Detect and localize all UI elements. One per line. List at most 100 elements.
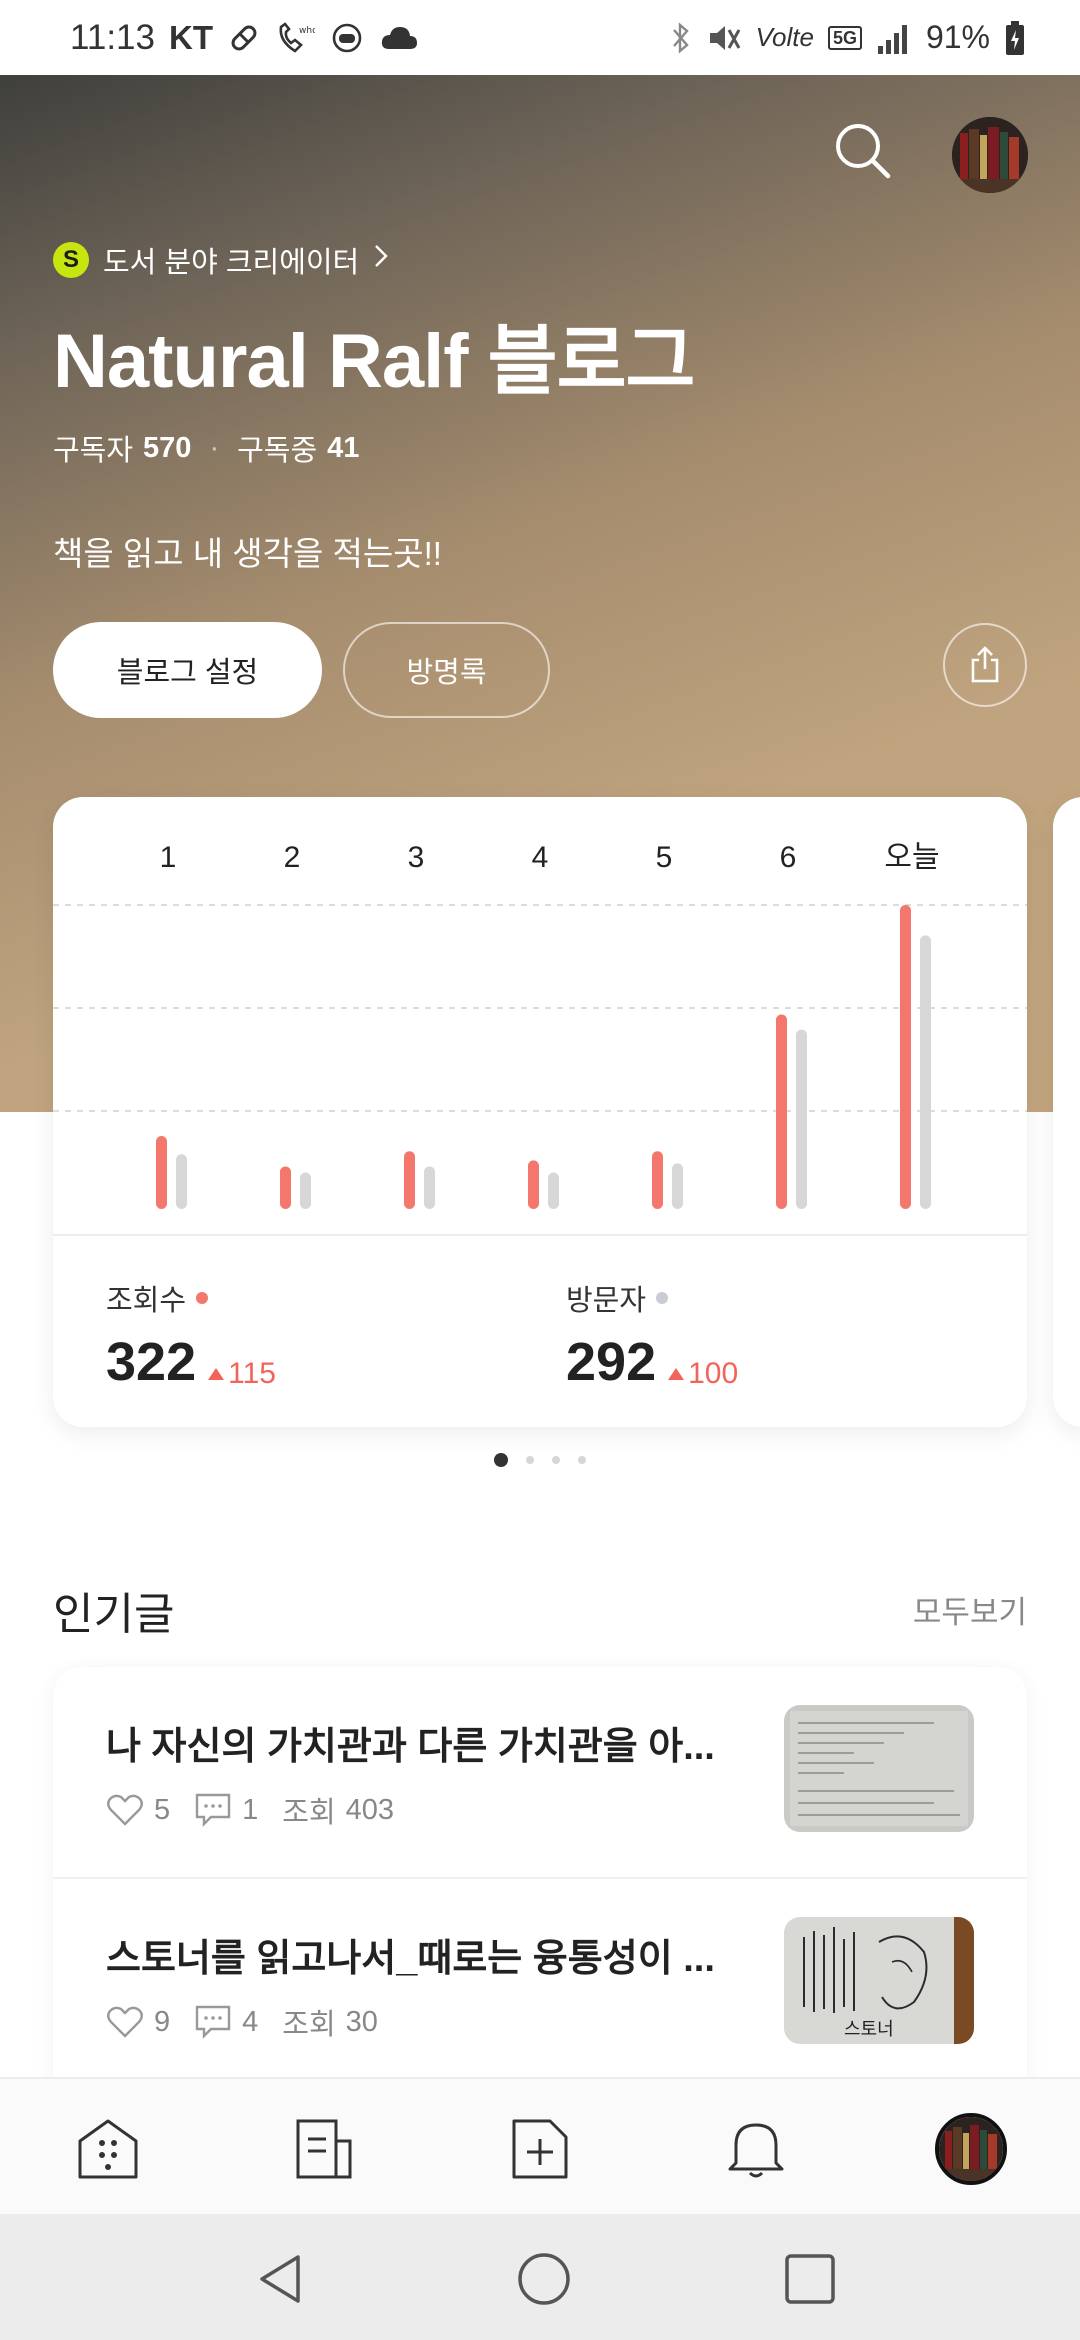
category-label: 도서 분야 크리에이터: [103, 247, 360, 279]
visitors-legend-dot: [656, 1292, 669, 1304]
blog-description: 책을 읽고 내 생각을 적는곳!!: [53, 535, 442, 572]
status-time: 11:13: [70, 17, 155, 57]
share-icon: [971, 646, 999, 683]
subscribers-count[interactable]: 570: [143, 432, 191, 465]
back-icon[interactable]: [254, 2251, 310, 2307]
visitors-value: 292: [566, 1332, 657, 1392]
post-item[interactable]: 스토너를 읽고나서_때로는 융통성이 ... 9 4 조회 30 스토너: [53, 1879, 1027, 2089]
visitors-bar: [796, 1029, 807, 1209]
android-sync-icon: [329, 21, 365, 55]
comment-count: 4: [242, 2005, 259, 2038]
chart-day-label: 5: [656, 841, 673, 874]
home-button-icon[interactable]: [516, 2251, 572, 2307]
visitors-label: 방문자: [566, 1285, 647, 1317]
post-item[interactable]: 나 자신의 가치관과 다른 가치관을 아... 5 1 조회 403: [53, 1667, 1027, 1877]
profile-avatar[interactable]: [952, 117, 1028, 193]
network-5g-badge: 5G: [827, 25, 862, 50]
comment-count: 1: [242, 1793, 259, 1826]
separator-dot: ·: [209, 431, 220, 464]
heart-icon: [107, 2006, 143, 2038]
subscribing-label: 구독중: [237, 435, 318, 467]
comment-icon: [195, 2005, 231, 2039]
card-pager: [0, 1453, 1080, 1467]
views-label: 조회수: [106, 1285, 187, 1317]
visitors-bar: [548, 1172, 559, 1209]
chart-day-label: 3: [408, 841, 425, 874]
volte-indicator: Volte: [755, 22, 814, 52]
visitors-bar: [424, 1166, 435, 1209]
chart-day-label: 4: [532, 841, 549, 874]
views-bar: [776, 1014, 787, 1209]
system-navigation-bar: [0, 2214, 1080, 2340]
blog-settings-button[interactable]: 블로그 설정: [53, 622, 322, 718]
visitors-bar: [300, 1172, 311, 1209]
visitors-stat: 방문자 292 100: [566, 1277, 738, 1393]
see-all-link[interactable]: 모두보기: [913, 1587, 1027, 1632]
views-value: 322: [106, 1332, 197, 1392]
blog-home-screen: 11:13 KT who Volte 5G 91% S 도서 분야 크리에이터 …: [0, 0, 1080, 2340]
bell-icon[interactable]: [724, 2117, 788, 2181]
like-count: 5: [154, 1793, 171, 1826]
daily-stats-chart: 1 2 3 4 5 6 오늘: [53, 841, 1027, 1209]
posts-icon[interactable]: [292, 2117, 356, 2181]
visitors-delta-value: 100: [688, 1357, 739, 1390]
home-icon[interactable]: [76, 2117, 140, 2181]
share-button[interactable]: [943, 623, 1027, 707]
heart-icon: [107, 1794, 143, 1826]
views-bar: [156, 1136, 167, 1209]
subscription-stats: 구독자 570 · 구독중 41: [53, 427, 359, 469]
like-count: 9: [154, 2005, 171, 2038]
popular-posts-heading: 인기글: [53, 1590, 175, 1639]
mute-icon: [706, 21, 742, 55]
post-meta: 5 1 조회 403: [106, 1789, 394, 1831]
bottom-navigation: [0, 2077, 1080, 2214]
chart-day-label: 2: [284, 841, 301, 874]
visitors-bar: [672, 1163, 683, 1209]
status-bar: 11:13 KT who Volte 5G 91%: [0, 0, 1080, 75]
next-stats-card-peek[interactable]: [1053, 797, 1080, 1427]
post-title[interactable]: 나 자신의 가치관과 다른 가치관을 아...: [106, 1715, 796, 1770]
popular-posts-list: 나 자신의 가치관과 다른 가치관을 아... 5 1 조회 403 스토너를 …: [53, 1667, 1027, 2087]
views-legend-dot: [196, 1292, 209, 1304]
post-thumbnail[interactable]: [784, 1705, 974, 1832]
pager-dot[interactable]: [552, 1456, 560, 1464]
recents-icon[interactable]: [782, 2251, 838, 2307]
post-thumbnail[interactable]: 스토너: [784, 1917, 974, 2044]
views-bar: [280, 1166, 291, 1209]
bluetooth-icon: [670, 21, 692, 55]
views-label: 조회: [282, 2009, 336, 2041]
blog-title: Natural Ralf 블로그: [53, 319, 695, 404]
battery-percent: 91%: [925, 19, 990, 55]
write-icon[interactable]: [508, 2117, 572, 2181]
views-delta: 115: [208, 1357, 276, 1391]
view-count: 403: [345, 1793, 395, 1826]
view-count: 30: [345, 2005, 378, 2038]
increase-arrow-icon: [668, 1368, 685, 1380]
stats-card[interactable]: 1 2 3 4 5 6 오늘 조회수 322 115 방문자 292 100: [53, 797, 1027, 1427]
chevron-right-icon: [373, 242, 389, 278]
profile-avatar[interactable]: [935, 2113, 1007, 2185]
visitors-bar: [176, 1154, 187, 1209]
pill-icon: [227, 21, 261, 55]
views-delta-value: 115: [228, 1357, 276, 1390]
status-carrier: KT: [169, 18, 213, 56]
pager-dot[interactable]: [494, 1453, 508, 1467]
post-title[interactable]: 스토너를 읽고나서_때로는 융통성이 ...: [106, 1927, 796, 1982]
guestbook-button[interactable]: 방명록: [343, 622, 550, 718]
battery-charging-icon: [1004, 20, 1026, 56]
search-icon[interactable]: [832, 120, 894, 182]
chart-day-label: 6: [780, 841, 797, 874]
comment-icon: [195, 1793, 231, 1827]
views-bar: [404, 1151, 415, 1209]
svg-text:스토너: 스토너: [844, 2019, 894, 2040]
subscribing-count[interactable]: 41: [327, 432, 359, 465]
pager-dot[interactable]: [578, 1456, 586, 1464]
creator-category[interactable]: S 도서 분야 크리에이터: [53, 239, 389, 281]
svg-text:who: who: [299, 26, 315, 36]
creator-badge: S: [53, 242, 89, 278]
whowho-call-icon: who: [275, 21, 315, 55]
subscribers-label: 구독자: [53, 435, 134, 467]
views-stat: 조회수 322 115: [106, 1277, 276, 1393]
views-bar: [652, 1151, 663, 1209]
pager-dot[interactable]: [526, 1456, 534, 1464]
